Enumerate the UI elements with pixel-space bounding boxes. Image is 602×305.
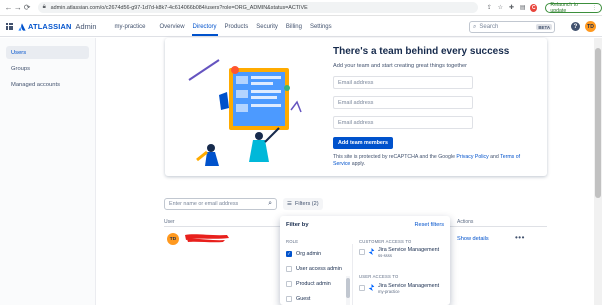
nav-overview[interactable]: Overview [156, 17, 189, 36]
sidebar-item-users[interactable]: Users [6, 46, 89, 59]
forward-icon[interactable]: → [13, 3, 22, 13]
nav-products[interactable]: Products [221, 17, 253, 36]
customer-access-heading: CUSTOMER ACCESS TO [359, 239, 412, 244]
filter-icon: ☰ [287, 201, 293, 207]
relaunch-label: Relaunch to update [550, 1, 579, 14]
show-details-link[interactable]: Show details [457, 236, 489, 242]
star-icon[interactable]: ☆ [497, 4, 504, 12]
role-label: Org admin [296, 250, 322, 257]
brand-name: ATLASSIAN [28, 22, 72, 31]
profile-avatar[interactable]: C [530, 3, 538, 12]
privacy-policy-link[interactable]: Privacy Policy [456, 154, 488, 160]
lock-icon: 🔒︎ [42, 4, 46, 10]
column-header-user: User [164, 219, 175, 225]
banner-subtitle: Add your team and start creating great t… [333, 63, 468, 69]
beta-badge: BETA [536, 24, 552, 30]
role-option-guest[interactable]: Guest [286, 294, 310, 303]
url-text: admin.atlassian.com/o/c2674d56-g97-1d7d-… [50, 4, 308, 11]
page-scrollbar-thumb[interactable] [595, 48, 601, 198]
role-option-user-access-admin[interactable]: User access admin [286, 264, 342, 273]
column-divider [352, 244, 353, 305]
brand-product: Admin [75, 22, 97, 31]
recaptcha-notice: This site is protected by reCAPTCHA and … [333, 154, 538, 168]
extensions-icon[interactable]: ✚ [508, 4, 515, 12]
sidebar-item-managed-accounts[interactable]: Managed accounts [6, 78, 89, 91]
top-navigation: Overview Directory Products Security Bil… [156, 17, 336, 36]
role-option-org-admin[interactable]: ✓ Org admin [286, 249, 321, 258]
filters-label: Filters (2) [295, 201, 319, 207]
column-header-actions: Actions [457, 219, 474, 225]
app-header: ATLASSIAN Admin my-practice Overview Dir… [0, 17, 602, 37]
main-content: There's a team behind every success Add … [97, 38, 594, 305]
user-product-option[interactable]: Jira Service Management my-practice [359, 283, 439, 295]
sidebar: Users Groups Managed accounts [0, 38, 96, 305]
team-illustration [188, 59, 302, 166]
customer-product-option[interactable]: Jira Service Management ss-ssss [359, 247, 439, 259]
captcha-mid: and [488, 154, 501, 160]
more-vert-icon: ⋮ [591, 4, 597, 11]
product-site: my-practice [378, 289, 400, 294]
filters-button[interactable]: ☰ Filters (2) [283, 198, 323, 210]
redacted-user-name [185, 234, 229, 243]
filter-panel-title: Filter by [286, 222, 309, 228]
reload-icon[interactable]: ⟳ [22, 3, 31, 13]
search-placeholder: Search [479, 24, 499, 30]
captcha-prefix: This site is protected by reCAPTCHA and … [333, 154, 457, 160]
user-access-heading: USER ACCESS TO [359, 274, 399, 279]
checkbox-icon[interactable] [359, 285, 365, 291]
filter-panel: Filter by Reset filters ROLE ✓ Org admin… [280, 216, 450, 305]
nav-billing[interactable]: Billing [282, 17, 306, 36]
banner-title: There's a team behind every success [333, 46, 510, 57]
jira-service-management-icon [368, 284, 375, 291]
page-scrollbar[interactable] [594, 38, 602, 305]
reset-filters-link[interactable]: Reset filters [414, 222, 444, 228]
nav-settings[interactable]: Settings [306, 17, 336, 36]
browser-toolbar: ← → ⟳ 🔒︎ admin.atlassian.com/o/c2674d56-… [0, 0, 602, 16]
address-bar[interactable]: 🔒︎ admin.atlassian.com/o/c2674d56-g97-1d… [37, 2, 478, 13]
email-field-1[interactable] [333, 76, 473, 89]
app-switcher-icon[interactable] [6, 23, 13, 30]
role-label: User access admin [296, 265, 342, 272]
row-avatar: TD [167, 233, 179, 245]
global-search[interactable]: ⌕ Search BETA [469, 21, 555, 33]
email-field-3[interactable] [333, 116, 473, 129]
checkbox-icon[interactable] [286, 295, 292, 302]
product-site: ss-ssss [378, 253, 392, 258]
checkbox-icon[interactable] [286, 265, 292, 272]
atlassian-logo-icon [18, 22, 26, 31]
search-icon: ⌕ [268, 200, 272, 207]
role-option-product-admin[interactable]: Product admin [286, 279, 331, 288]
email-field-2[interactable] [333, 96, 473, 109]
checkbox-icon[interactable] [286, 280, 292, 287]
nav-directory[interactable]: Directory [189, 17, 221, 36]
role-label: Product admin [296, 280, 331, 287]
search-icon: ⌕ [473, 23, 477, 30]
atlassian-logo[interactable]: ATLASSIAN Admin [18, 22, 97, 31]
role-heading: ROLE [286, 239, 299, 244]
sidebar-icon[interactable]: ▤ [519, 4, 526, 12]
more-actions-icon[interactable]: ••• [515, 233, 525, 242]
nav-security[interactable]: Security [252, 17, 282, 36]
org-name[interactable]: my-practice [115, 24, 146, 30]
add-team-members-button[interactable]: Add team members [333, 137, 394, 149]
jira-service-management-icon [368, 248, 375, 255]
user-avatar[interactable]: TD [585, 21, 596, 32]
role-list-scrollbar[interactable] [346, 278, 350, 298]
sidebar-item-groups[interactable]: Groups [6, 62, 89, 75]
user-search-placeholder: Enter name or email address [169, 201, 239, 207]
user-search-input[interactable]: Enter name or email address ⌕ [164, 198, 277, 210]
role-label: Guest [296, 295, 311, 302]
share-icon[interactable]: ⇪ [486, 4, 493, 12]
help-icon[interactable]: ? [571, 22, 580, 31]
checkbox-icon[interactable] [359, 249, 365, 255]
back-icon[interactable]: ← [4, 3, 13, 13]
checkbox-checked-icon[interactable]: ✓ [286, 250, 292, 257]
relaunch-button[interactable]: Relaunch to update ⋮ [545, 1, 602, 14]
invite-banner: There's a team behind every success Add … [165, 38, 547, 176]
captcha-suffix: apply. [350, 161, 366, 167]
